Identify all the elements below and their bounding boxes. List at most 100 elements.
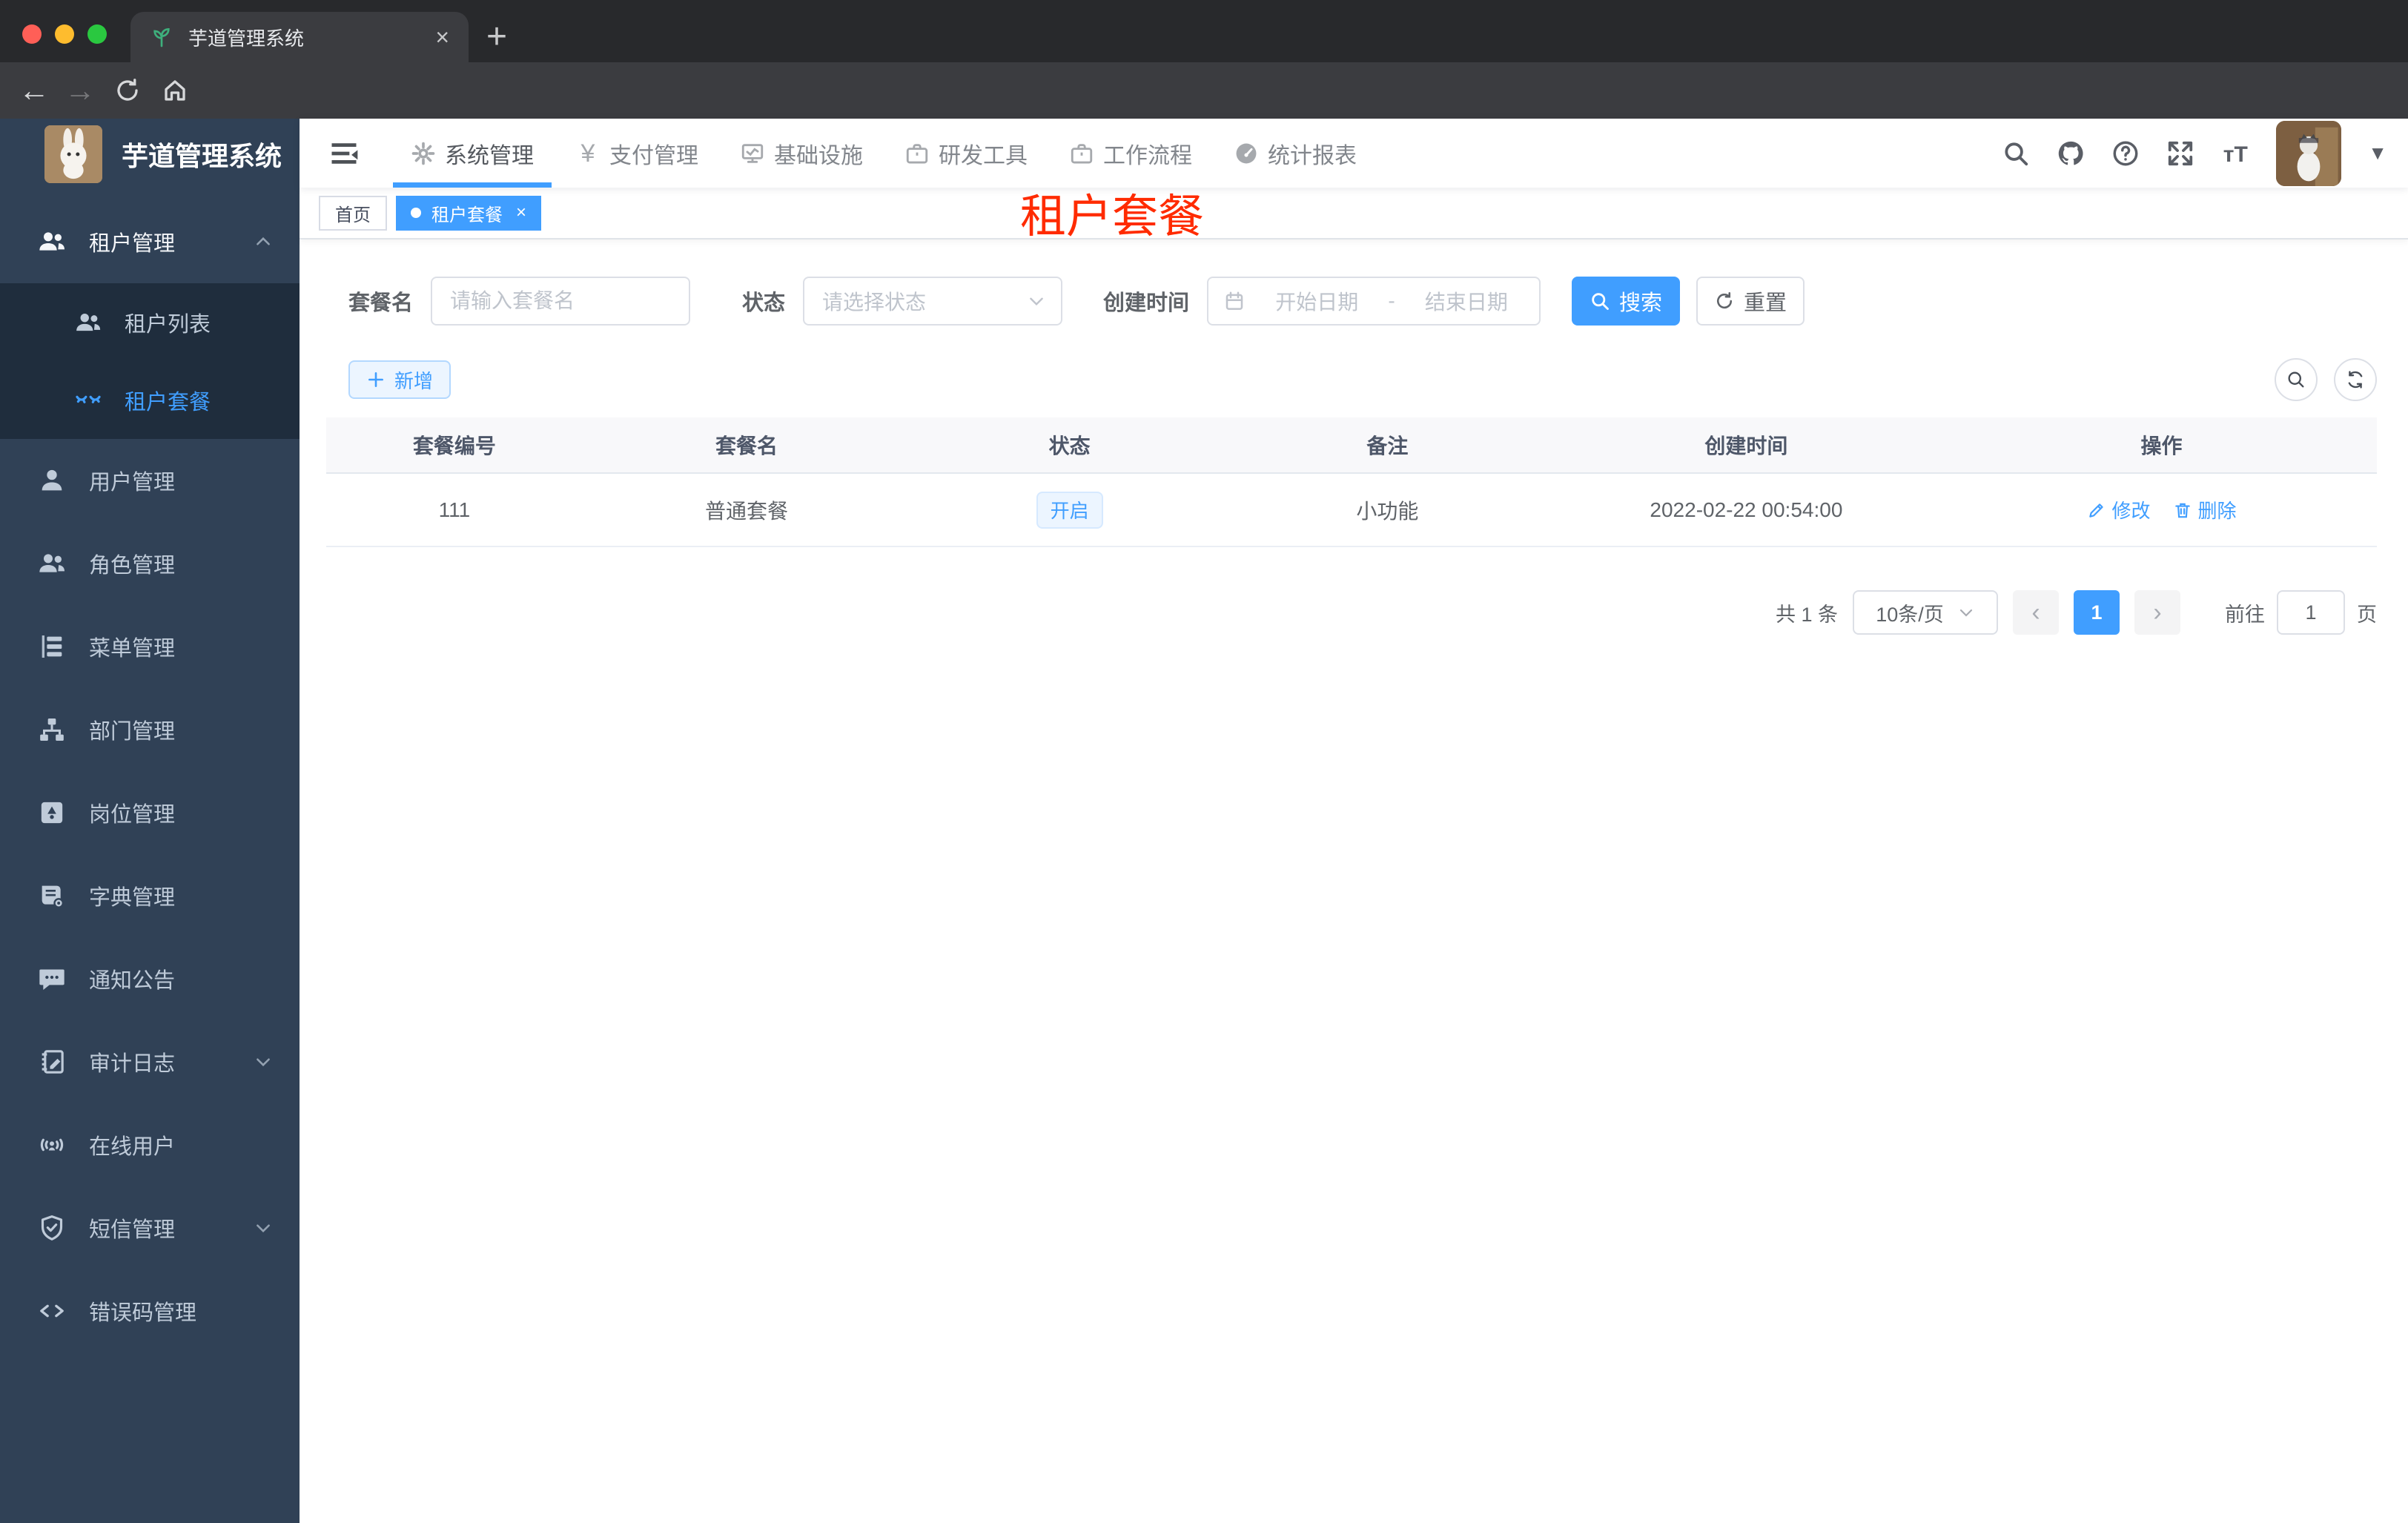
gauge-icon	[1234, 141, 1259, 166]
next-page-button[interactable]: ›	[2134, 590, 2180, 635]
yen-icon: ¥	[580, 139, 595, 168]
current-page-button[interactable]: 1	[2074, 590, 2120, 635]
cell-package-name: 普通套餐	[705, 499, 789, 523]
pagination-total: 共 1 条	[1775, 603, 1838, 626]
browser-window: 芋道管理系统 × + ← → 127.0.0.1:48080/admin-ui/…	[0, 0, 2408, 1523]
home-button[interactable]	[153, 62, 197, 119]
sidebar-item-dept[interactable]: 部门管理	[0, 688, 300, 771]
sidebar-item-dict[interactable]: 字典管理	[0, 854, 300, 937]
trash-icon	[2174, 503, 2190, 518]
tree-list-icon	[37, 632, 67, 661]
refresh-table-button[interactable]	[2334, 358, 2377, 401]
date-start-placeholder[interactable]: 开始日期	[1259, 286, 1375, 316]
delete-row-link[interactable]: 删除	[2173, 496, 2237, 523]
sidebar-item-label: 租户列表	[125, 312, 211, 337]
book-gear-icon	[37, 881, 67, 911]
date-end-placeholder[interactable]: 结束日期	[1409, 286, 1524, 316]
add-button[interactable]: 新增	[348, 360, 452, 399]
gear-icon	[411, 141, 436, 166]
avatar-caret-icon[interactable]: ▼	[2368, 142, 2387, 165]
col-header-remark: 备注	[1366, 435, 1409, 457]
chevron-down-icon	[1959, 609, 1972, 617]
date-range-picker[interactable]: 开始日期 - 结束日期	[1207, 277, 1541, 326]
minimize-window-button[interactable]	[55, 24, 74, 44]
cell-package-id: 111	[438, 498, 471, 521]
new-tab-button[interactable]: +	[486, 13, 507, 61]
sidebar-item-label: 部门管理	[89, 720, 176, 744]
favicon	[150, 25, 173, 49]
sidebar-item-tenant[interactable]: 租户管理	[0, 200, 300, 283]
zoom-window-button[interactable]	[87, 24, 107, 44]
add-button-label: 新增	[394, 369, 434, 392]
col-header-status: 状态	[1048, 435, 1091, 457]
forward-button[interactable]: →	[58, 62, 102, 119]
broadcast-user-icon	[37, 1130, 67, 1160]
tag-close-icon[interactable]: ×	[516, 202, 526, 223]
font-size-icon[interactable]: тT	[2221, 139, 2249, 168]
sidebar-item-role[interactable]: 角色管理	[0, 522, 300, 605]
package-name-field[interactable]	[431, 277, 691, 326]
prev-page-button[interactable]: ‹	[2013, 590, 2059, 635]
topnav-item-workflow[interactable]: 工作流程	[1048, 119, 1213, 188]
col-header-id: 套餐编号	[412, 435, 496, 457]
tag-home[interactable]: 首页	[319, 195, 387, 231]
sidebar-item-menu[interactable]: 菜单管理	[0, 605, 300, 688]
goto-page-input[interactable]	[2277, 590, 2345, 635]
browser-toolbar: ← → 127.0.0.1:48080/admin-ui/system/tena…	[0, 62, 2408, 175]
tab-close-icon[interactable]: ×	[435, 25, 449, 49]
user-avatar[interactable]	[2276, 120, 2342, 186]
sidebar-item-label: 字典管理	[89, 886, 176, 910]
sidebar-item-user[interactable]: 用户管理	[0, 439, 300, 522]
reset-button[interactable]: 重置	[1696, 277, 1805, 326]
badge-icon	[37, 798, 67, 827]
topnav-item-dev-tools[interactable]: 研发工具	[884, 119, 1048, 188]
search-button[interactable]: 搜索	[1572, 277, 1681, 326]
github-icon[interactable]	[2057, 139, 2085, 168]
sidebar-item-online-user[interactable]: 在线用户	[0, 1103, 300, 1186]
window-controls	[22, 24, 107, 44]
topnav-item-system[interactable]: 系统管理	[390, 119, 555, 188]
reset-button-label: 重置	[1744, 291, 1787, 315]
sidebar-item-notice[interactable]: 通知公告	[0, 937, 300, 1020]
edit-log-icon	[37, 1047, 67, 1077]
sidebar-item-tenant-list[interactable]: 租户列表	[0, 283, 300, 361]
edit-row-link[interactable]: 修改	[2087, 496, 2151, 523]
page-size-select[interactable]: 10条/页	[1853, 590, 1998, 635]
users-icon	[37, 549, 67, 578]
sidebar-item-audit-log[interactable]: 审计日志	[0, 1020, 300, 1103]
cell-remark: 小功能	[1356, 499, 1419, 523]
fullscreen-icon[interactable]	[2166, 139, 2194, 168]
edit-link-label: 修改	[2111, 500, 2151, 522]
help-icon[interactable]	[2111, 139, 2140, 168]
tab-title: 芋道管理系统	[188, 27, 305, 50]
browser-titlebar: 芋道管理系统 × +	[0, 0, 2408, 62]
topnav-item-infra[interactable]: 基础设施	[719, 119, 884, 188]
briefcase-icon	[904, 141, 930, 166]
tag-tenant-package[interactable]: 租户套餐 ×	[396, 195, 542, 231]
reload-button[interactable]	[105, 62, 150, 119]
show-search-toggle-button[interactable]	[2275, 358, 2318, 401]
sidebar-menu: 租户管理 租户列表 租户套餐 用户管理 角色管理 菜单管理 部门管理 岗位管理 …	[0, 200, 300, 1352]
chevron-up-icon	[254, 232, 273, 251]
filter-form: 套餐名 状态 请选择状态 创建时间 开始日期 - 结束日期	[348, 277, 2377, 326]
browser-tab[interactable]: 芋道管理系统 ×	[130, 12, 469, 62]
status-select[interactable]: 请选择状态	[803, 277, 1063, 326]
topnav-label: 系统管理	[445, 143, 534, 168]
table-toolbar: 新增	[348, 358, 2377, 401]
calendar-icon	[1226, 291, 1243, 310]
search-icon[interactable]	[2002, 139, 2030, 168]
topnav-item-pay[interactable]: ¥ 支付管理	[555, 119, 719, 188]
sidebar-item-post[interactable]: 岗位管理	[0, 771, 300, 854]
filter-status-label: 状态	[742, 291, 786, 315]
topnav-item-report[interactable]: 统计报表	[1213, 119, 1377, 188]
back-button[interactable]: ←	[12, 62, 56, 119]
sidebar-item-tenant-package[interactable]: 租户套餐	[0, 361, 300, 439]
comment-icon	[37, 964, 67, 994]
sidebar-item-sms[interactable]: 短信管理	[0, 1186, 300, 1269]
close-window-button[interactable]	[22, 24, 42, 44]
package-name-input[interactable]	[450, 289, 672, 313]
active-dot	[411, 208, 421, 218]
collapse-sidebar-icon[interactable]	[328, 137, 360, 170]
sidebar-item-error-code[interactable]: 错误码管理	[0, 1269, 300, 1352]
main-area: 租户套餐 系统管理 ¥ 支付管理 基础设施 研发工具 工作流程 统计报表 тT …	[300, 119, 2408, 1523]
